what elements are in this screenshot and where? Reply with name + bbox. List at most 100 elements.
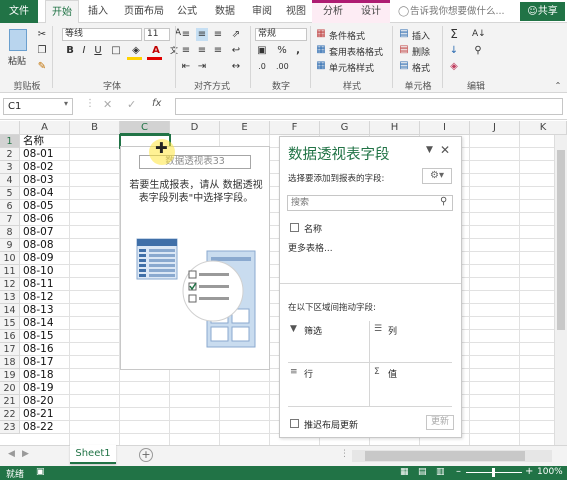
filters-area-label[interactable]: 筛选 [304, 324, 322, 337]
merge-center-icon[interactable]: ↔ [230, 60, 242, 73]
orientation-icon[interactable]: ⇗ [230, 28, 242, 41]
defer-update-checkbox[interactable] [290, 419, 299, 428]
conditional-format-icon[interactable]: ▦ [315, 27, 327, 40]
bold-icon[interactable]: B [64, 44, 76, 57]
table-cell[interactable]: 08-09 [21, 252, 54, 265]
row-header[interactable]: 3 [0, 161, 20, 174]
column-header-c[interactable]: C [120, 121, 170, 135]
paste-button[interactable]: 粘贴 [8, 54, 26, 67]
tell-me-box[interactable]: 告诉我你想要做什么... [410, 0, 505, 23]
row-header[interactable]: 10 [0, 252, 20, 265]
columns-area-label[interactable]: 列 [388, 324, 397, 337]
delete-button[interactable]: 删除 [412, 45, 430, 58]
font-color-icon[interactable]: A [150, 44, 162, 57]
table-cell[interactable]: 08-16 [21, 343, 54, 356]
format-as-table-button[interactable]: 套用表格格式 [329, 45, 383, 58]
search-icon[interactable]: ⚲ [440, 196, 447, 207]
tab-analyze[interactable]: 分析 [318, 0, 348, 23]
table-cell[interactable]: 08-10 [21, 265, 54, 278]
cut-icon[interactable]: ✂ [36, 28, 48, 41]
table-cell[interactable]: 08-06 [21, 213, 54, 226]
column-header-g[interactable]: G [320, 121, 370, 135]
sort-filter-icon[interactable]: A↓ [472, 28, 486, 41]
table-cell[interactable]: 08-17 [21, 356, 54, 369]
pivot-table-placeholder[interactable]: 数据透视表33 若要生成报表，请从 数据透视表字段列表"中选择字段。 [120, 146, 270, 370]
more-tables-link[interactable]: 更多表格... [288, 241, 333, 254]
tab-review[interactable]: 审阅 [248, 0, 276, 23]
font-size-select[interactable]: 11 [144, 28, 170, 41]
conditional-format-button[interactable]: 条件格式 [329, 29, 365, 42]
borders-icon[interactable]: □ [110, 44, 122, 57]
table-cell[interactable]: 08-01 [21, 148, 54, 161]
page-break-view-icon[interactable]: ▥ [436, 467, 445, 477]
increase-decimal-icon[interactable]: .0 [256, 60, 268, 73]
column-header-h[interactable]: H [370, 121, 420, 135]
table-cell[interactable]: 08-04 [21, 187, 54, 200]
row-header[interactable]: 8 [0, 226, 20, 239]
row-header[interactable]: 5 [0, 187, 20, 200]
row-header[interactable]: 23 [0, 421, 20, 434]
row-header[interactable]: 18 [0, 356, 20, 369]
format-button[interactable]: 格式 [412, 61, 430, 74]
share-button[interactable]: ☺共享 [520, 2, 565, 21]
column-header-e[interactable]: E [220, 121, 270, 135]
fill-color-icon[interactable]: ◈ [130, 44, 142, 57]
table-cell[interactable]: 08-22 [21, 421, 54, 434]
column-header-f[interactable]: F [270, 121, 320, 135]
values-area-label[interactable]: 值 [388, 367, 397, 380]
cell-styles-button[interactable]: 单元格样式 [329, 61, 374, 74]
row-header[interactable]: 19 [0, 369, 20, 382]
find-select-icon[interactable]: ⚲ [472, 44, 484, 57]
delete-cells-icon[interactable]: ▤ [398, 43, 410, 56]
name-box[interactable]: C1 [3, 98, 73, 115]
select-all-corner[interactable] [0, 121, 20, 135]
italic-icon[interactable]: I [78, 44, 90, 57]
column-header-k[interactable]: K [520, 121, 567, 135]
sheet-tab-sheet1[interactable]: Sheet1 [70, 445, 116, 464]
table-cell[interactable]: 08-11 [21, 278, 54, 291]
comma-style-icon[interactable]: , [292, 44, 304, 57]
cell-style-icon[interactable]: ▦ [315, 59, 327, 72]
format-painter-icon[interactable]: ✎ [36, 60, 48, 73]
currency-icon[interactable]: ▣ [256, 44, 268, 57]
scroll-right-icon[interactable]: ▶ [22, 449, 29, 459]
row-header[interactable]: 11 [0, 265, 20, 278]
fill-icon[interactable]: ↓ [448, 44, 460, 57]
table-cell[interactable]: 08-19 [21, 382, 54, 395]
pane-options-icon[interactable]: ▼ [426, 145, 433, 155]
number-format-select[interactable]: 常规 [255, 28, 307, 41]
collapse-ribbon-icon[interactable]: ⌃ [552, 79, 564, 92]
name-box-dropdown-icon[interactable]: ▾ [64, 99, 68, 108]
zoom-in-icon[interactable]: + [525, 466, 533, 477]
table-cell[interactable]: 名称 [21, 135, 44, 148]
enter-icon[interactable]: ✓ [127, 98, 136, 111]
rows-area-label[interactable]: 行 [304, 367, 313, 380]
row-header[interactable]: 16 [0, 330, 20, 343]
underline-icon[interactable]: U [92, 44, 104, 57]
field-checkbox[interactable] [290, 223, 299, 232]
wrap-text-icon[interactable]: ↩ [230, 44, 242, 57]
font-name-select[interactable]: 等线 [62, 28, 142, 41]
column-header-d[interactable]: D [170, 121, 220, 135]
zoom-slider-thumb[interactable] [492, 468, 495, 477]
table-cell[interactable]: 08-13 [21, 304, 54, 317]
row-header[interactable]: 12 [0, 278, 20, 291]
phonetic-icon[interactable]: 文 [168, 44, 180, 57]
table-cell[interactable]: 08-07 [21, 226, 54, 239]
row-header[interactable]: 4 [0, 174, 20, 187]
gear-icon[interactable]: ⚙▾ [422, 168, 452, 184]
row-header[interactable]: 1 [0, 135, 20, 148]
formula-input[interactable] [175, 98, 563, 115]
row-header[interactable]: 9 [0, 239, 20, 252]
align-middle-icon[interactable]: ≡ [196, 28, 208, 41]
align-top-icon[interactable]: ≡ [180, 28, 192, 41]
table-cell[interactable]: 08-03 [21, 174, 54, 187]
table-cell[interactable]: 08-18 [21, 369, 54, 382]
tab-design[interactable]: 设计 [356, 0, 386, 23]
align-center-icon[interactable]: ≡ [196, 44, 208, 57]
page-layout-view-icon[interactable]: ▤ [418, 467, 427, 477]
table-cell[interactable]: 08-02 [21, 161, 54, 174]
table-format-icon[interactable]: ▦ [315, 43, 327, 56]
row-header[interactable]: 20 [0, 382, 20, 395]
percent-icon[interactable]: % [276, 44, 288, 57]
